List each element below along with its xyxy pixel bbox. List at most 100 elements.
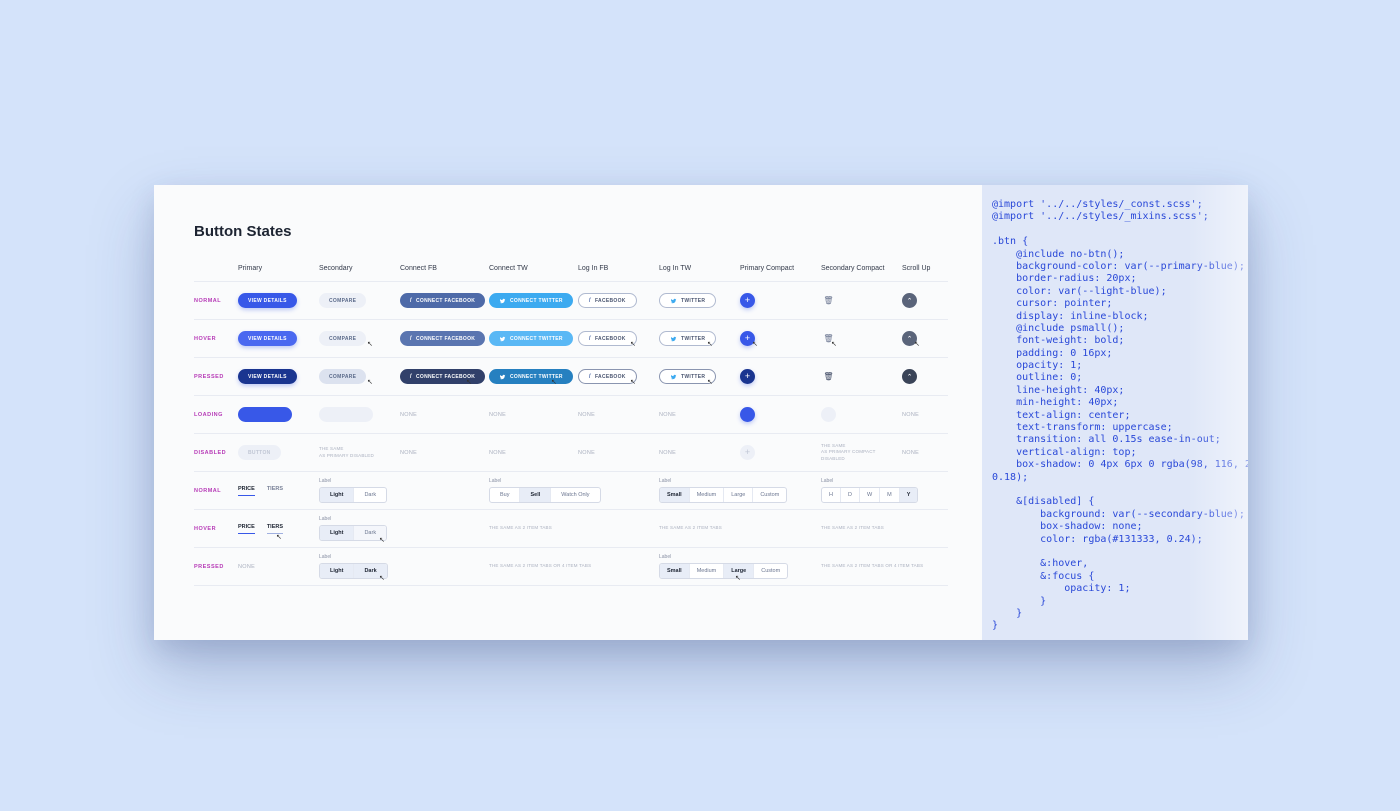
delete-button[interactable]: 🗑 [821, 369, 836, 384]
connect-twitter-button[interactable]: CONNECT TWITTER [489, 369, 573, 384]
compare-button[interactable]: COMPARE [319, 293, 366, 308]
delete-button[interactable]: 🗑 [821, 293, 836, 308]
underline-tabs[interactable]: PRICE TIERS [238, 486, 283, 496]
seg-custom[interactable]: Custom [754, 564, 787, 578]
login-facebook-button[interactable]: fFACEBOOK [578, 369, 637, 384]
twitter-icon [499, 298, 506, 304]
twitter-icon [499, 336, 506, 342]
cursor-icon: ↖ [707, 340, 713, 348]
trash-icon: 🗑 [823, 296, 833, 305]
underline-tabs[interactable]: PRICE TIERS [238, 524, 283, 534]
connect-twitter-button[interactable]: CONNECT TWITTER [489, 331, 573, 346]
seg-m[interactable]: M [880, 488, 900, 502]
plus-icon: + [745, 372, 750, 381]
segment-4[interactable]: Small Medium Large Custom [659, 563, 788, 579]
tab-state-hover: HOVER [194, 510, 238, 547]
col-login-fb: Log In FB [578, 264, 659, 281]
seg-small[interactable]: Small [660, 488, 690, 502]
none-label: NONE [578, 412, 595, 418]
facebook-icon: f [589, 336, 591, 341]
twitter-icon [670, 336, 677, 342]
add-button[interactable]: + [740, 369, 755, 384]
seg-small[interactable]: Small [660, 564, 690, 578]
connect-facebook-button[interactable]: fCONNECT FACEBOOK [400, 293, 485, 308]
tab-state-normal: NORMAL [194, 472, 238, 509]
segment-5[interactable]: H D W M Y [821, 487, 918, 503]
seg-custom[interactable]: Custom [753, 488, 786, 502]
chevron-up-icon: ⌃ [907, 335, 913, 343]
loading-primary [238, 407, 292, 422]
cursor-icon: ↖ [735, 574, 741, 582]
segment-2[interactable]: Light Dark [319, 487, 387, 503]
connect-twitter-button[interactable]: CONNECT TWITTER [489, 293, 573, 308]
same-note: THE SAME AS 2 ITEM TABS [821, 525, 884, 531]
seg-d[interactable]: D [841, 488, 860, 502]
seg-dark[interactable]: Dark [354, 488, 386, 502]
seg-y[interactable]: Y [900, 488, 918, 502]
loading-compact-sec [821, 407, 836, 422]
seg-medium[interactable]: Medium [690, 488, 725, 502]
tab-tiers[interactable]: TIERS [267, 524, 283, 534]
segment-4[interactable]: Small Medium Large Custom [659, 487, 787, 503]
scss-code: @import '../../styles/_const.scss'; @imp… [992, 199, 1248, 631]
seg-h[interactable]: H [822, 488, 841, 502]
compare-button[interactable]: COMPARE [319, 369, 366, 384]
loading-compact [740, 407, 755, 422]
add-button[interactable]: + [740, 293, 755, 308]
tab-tiers[interactable]: TIERS [267, 486, 283, 496]
scroll-up-button[interactable]: ⌃ [902, 369, 917, 384]
compare-button[interactable]: COMPARE [319, 331, 366, 346]
cursor-icon: ↖ [466, 378, 472, 386]
seg-light[interactable]: Light [320, 488, 354, 502]
segment-2[interactable]: Light Dark [319, 525, 387, 541]
code-panel: @import '../../styles/_const.scss'; @imp… [982, 185, 1248, 640]
same-note: THE SAME AS 2 ITEM TABS OR 4 ITEM TABS [489, 563, 591, 569]
page-title: Button States [194, 223, 942, 240]
plus-icon: + [745, 296, 750, 305]
tabs-label: Label [659, 478, 787, 484]
scroll-up-button[interactable]: ⌃ [902, 293, 917, 308]
cursor-icon: ↖ [367, 378, 373, 386]
login-facebook-button[interactable]: fFACEBOOK [578, 331, 637, 346]
plus-icon: + [745, 448, 750, 457]
col-secondary-compact: Secondary Compact [821, 264, 902, 281]
tab-price[interactable]: PRICE [238, 486, 255, 496]
col-login-tw: Log In TW [659, 264, 740, 281]
col-connect-tw: Connect TW [489, 264, 578, 281]
view-details-button[interactable]: VIEW DETAILS [238, 293, 297, 308]
disabled-button: BUTTON [238, 445, 281, 460]
seg-light[interactable]: Light [320, 526, 354, 540]
col-primary-compact: Primary Compact [740, 264, 821, 281]
seg-medium[interactable]: Medium [690, 564, 725, 578]
same-note: THE SAME AS 2 ITEM TABS [489, 525, 552, 531]
state-loading: LOADING [194, 396, 238, 433]
view-details-button[interactable]: VIEW DETAILS [238, 331, 297, 346]
tabs-label: Label [319, 554, 388, 560]
col-primary: Primary [238, 264, 319, 281]
segment-2[interactable]: Light Dark [319, 563, 388, 579]
none-label: NONE [400, 450, 417, 456]
view-details-button[interactable]: VIEW DETAILS [238, 369, 297, 384]
connect-facebook-button[interactable]: fCONNECT FACEBOOK [400, 331, 485, 346]
tab-price[interactable]: PRICE [238, 524, 255, 534]
seg-large[interactable]: Large [724, 488, 753, 502]
tabs-label: Label [821, 478, 918, 484]
login-facebook-button[interactable]: fFACEBOOK [578, 293, 637, 308]
login-twitter-button[interactable]: TWITTER [659, 293, 716, 308]
trash-icon: 🗑 [823, 372, 833, 381]
seg-buy[interactable]: Buy [490, 488, 520, 502]
seg-w[interactable]: W [860, 488, 880, 502]
same-note: THE SAME AS PRIMARY COMPACT DISABLED [821, 443, 876, 462]
seg-light[interactable]: Light [320, 564, 354, 578]
cursor-icon: ↖ [379, 574, 385, 582]
none-label: NONE [659, 450, 676, 456]
seg-sell[interactable]: Sell [520, 488, 551, 502]
tab-state-pressed: PRESSED [194, 548, 238, 585]
same-note: THE SAME AS 2 ITEM TABS OR 4 ITEM TABS [821, 563, 923, 569]
connect-facebook-button[interactable]: fCONNECT FACEBOOK [400, 369, 485, 384]
seg-watch[interactable]: Watch Only [551, 488, 599, 502]
state-disabled: DISABLED [194, 434, 238, 471]
chevron-up-icon: ⌃ [907, 373, 913, 381]
none-label: NONE [489, 412, 506, 418]
segment-3[interactable]: Buy Sell Watch Only [489, 487, 601, 503]
